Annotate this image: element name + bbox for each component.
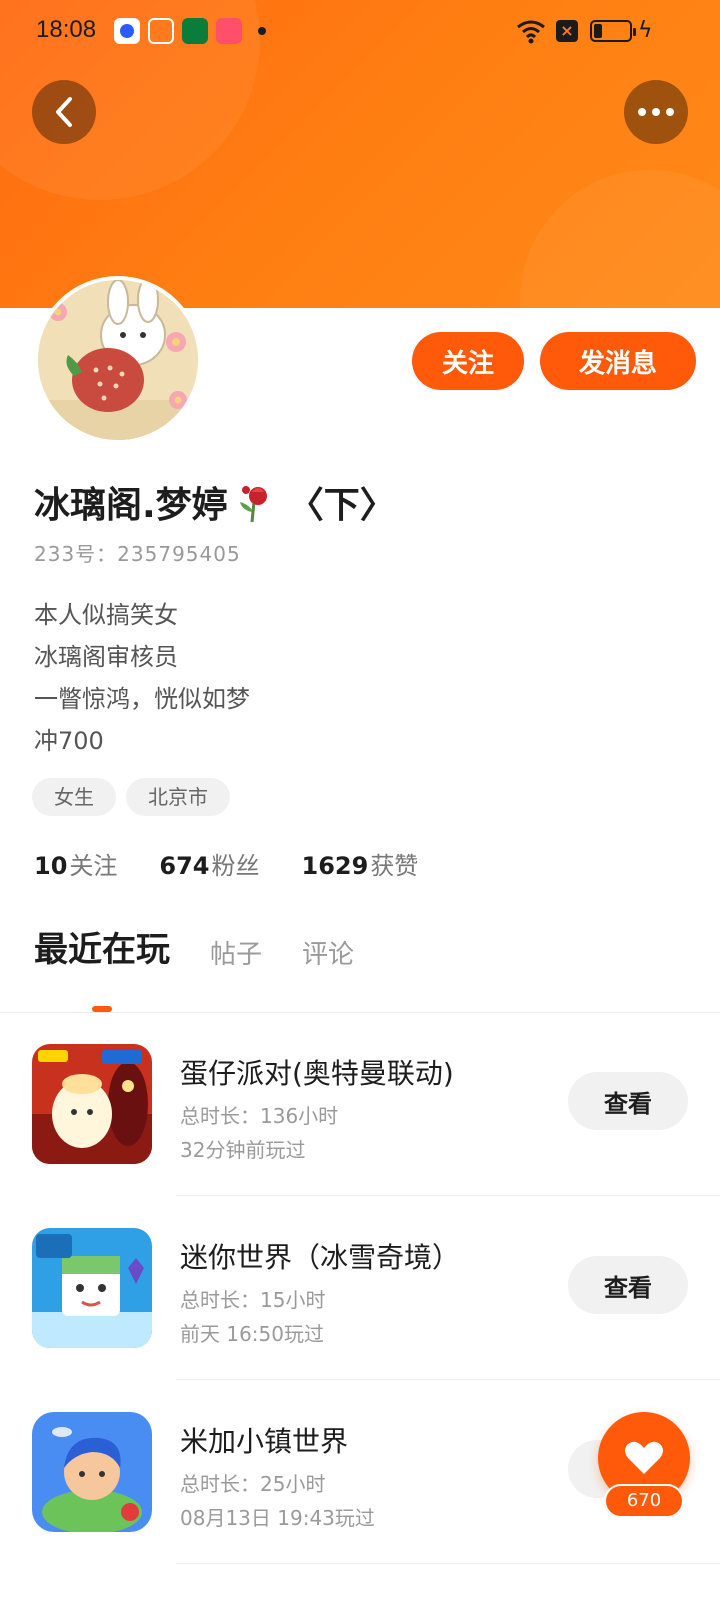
fans-count: 674 [159,852,210,880]
bio-line: 一瞥惊鸿，恍似如梦 [34,685,250,713]
likes-count: 1629 [301,852,369,880]
status-time: 18:08 [36,16,97,43]
battery-icon [590,20,636,42]
mini-world-icon [32,1228,152,1348]
profile-name: 冰璃阁.梦婷 〈下〉 [34,476,396,528]
charging-icon: ϟ [638,18,653,43]
gender-tag: 女生 [32,778,116,816]
notification-dot [258,27,266,35]
game-duration: 总时长：136小时 [180,1104,339,1128]
back-button[interactable] [32,80,96,144]
profile-name-text: 冰璃阁.梦婷 [34,485,228,526]
heart-icon [625,1441,663,1474]
avatar[interactable] [34,276,202,444]
game-title: 迷你世界（冰雪奇境） [180,1241,461,1274]
like-count: 670 [604,1484,684,1518]
game-duration: 总时长：25小时 [180,1472,326,1496]
bio-line: 本人似搞笑女 [34,601,178,629]
following-label: 关注 [69,852,118,880]
tab-posts[interactable]: 帖子 [210,934,262,971]
user-id: 233号：235795405 [34,542,241,566]
tab-recently-played[interactable]: 最近在玩 [34,922,170,971]
profile-tags: 女生 北京市 [32,778,230,816]
status-bar: 18:08 × ϟ [0,0,720,64]
following-stat[interactable]: 10关注 [34,846,117,881]
profile-name-suffix: 〈下〉 [287,485,396,526]
game-last-played: 08月13日 19:43玩过 [180,1506,375,1530]
wilted-rose-icon [239,486,267,523]
fans-stat[interactable]: 674粉丝 [159,846,259,881]
game-title: 米加小镇世界 [180,1425,349,1458]
likes-stat: 1629获赞 [302,846,419,881]
chevron-left-icon [56,97,72,127]
miga-town-icon [32,1412,152,1532]
game-title: 蛋仔派对(奥特曼联动) [180,1057,454,1090]
fans-label: 粉丝 [211,852,260,880]
game-last-played: 前天 16:50玩过 [180,1322,324,1346]
view-button[interactable]: 查看 [568,1072,688,1130]
banner-decoration [520,170,720,308]
music-app-icon [216,18,242,44]
tab-comments[interactable]: 评论 [302,934,354,971]
likes-label: 获赞 [370,852,419,880]
oppo-app-icon [182,18,208,44]
more-dots-icon [638,108,674,116]
app-icon [148,18,174,44]
profile-bio: 本人似搞笑女 冰璃阁审核员 一瞥惊鸿，恍似如梦 冲700 [34,594,250,762]
baidu-app-icon [114,18,140,44]
location-tag: 北京市 [126,778,230,816]
wifi-icon [517,20,545,44]
game-last-played: 32分钟前玩过 [180,1138,306,1162]
send-message-button[interactable]: 发消息 [540,332,696,390]
bio-line: 冰璃阁审核员 [34,643,178,671]
profile-stats: 10关注 674粉丝 1629获赞 [34,846,418,881]
profile-tabs: 最近在玩 帖子 评论 [34,922,354,971]
follow-button[interactable]: 关注 [412,332,524,390]
game-list-item[interactable]: 迷你世界（冰雪奇境） 总时长：15小时 前天 16:50玩过 查看 [0,1196,720,1380]
more-button[interactable] [624,80,688,144]
game-list-item[interactable]: 蛋仔派对(奥特曼联动) 总时长：136小时 32分钟前玩过 查看 [0,1012,720,1196]
following-count: 10 [34,852,68,880]
x-icon: × [556,20,578,42]
bio-line: 冲700 [34,727,104,755]
view-button[interactable]: 查看 [568,1256,688,1314]
avatar-image [38,280,198,440]
eggy-party-icon [32,1044,152,1164]
game-duration: 总时长：15小时 [180,1288,326,1312]
divider [176,1563,720,1564]
